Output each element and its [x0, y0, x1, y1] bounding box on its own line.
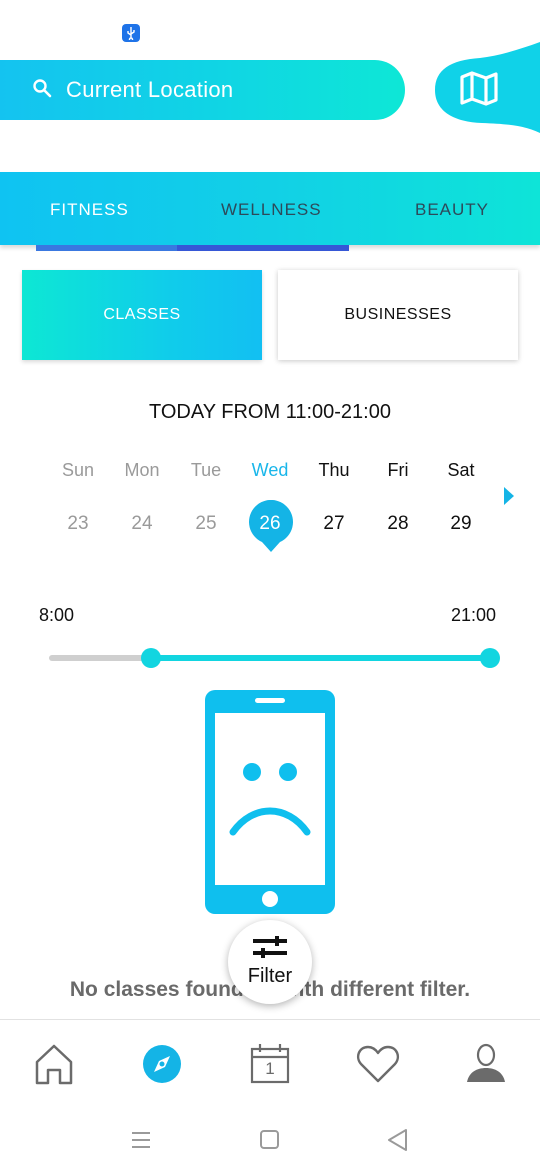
slider-min-label: 8:00 — [39, 605, 75, 625]
system-navigation-bar — [0, 1110, 540, 1170]
heart-icon[interactable] — [354, 1040, 402, 1088]
day-name-sun: Sun — [61, 460, 95, 480]
classes-segment-button[interactable]: CLASSES — [22, 270, 262, 360]
day-date-27[interactable]: 27 — [302, 513, 366, 535]
classes-segment-label: CLASSES — [103, 306, 181, 323]
businesses-segment-button[interactable]: BUSINESSES — [278, 270, 518, 360]
slider-start-handle[interactable] — [141, 648, 161, 668]
map-area — [420, 30, 540, 135]
chevron-right-icon[interactable] — [503, 487, 515, 505]
day-date-26-selected[interactable]: 26 — [238, 513, 302, 535]
day-name-fri: Fri — [387, 460, 409, 480]
calendar-day-number: 1 — [265, 1059, 275, 1078]
sad-phone-icon — [205, 690, 335, 914]
day-name-sat: Sat — [447, 460, 475, 480]
back-triangle-icon[interactable] — [384, 1126, 412, 1154]
search-icon — [33, 79, 52, 98]
day-name-wed: Wed — [251, 460, 289, 480]
recents-icon[interactable] — [128, 1126, 156, 1154]
tab-wellness[interactable]: WELLNESS — [221, 200, 322, 220]
tab-beauty[interactable]: BEAUTY — [415, 200, 489, 220]
location-search-bar[interactable]: Current Location — [0, 60, 405, 120]
compass-icon[interactable] — [138, 1040, 186, 1088]
businesses-segment-label: BUSINESSES — [344, 306, 452, 323]
bottom-navigation: 1 — [0, 1019, 540, 1109]
day-date-24[interactable]: 24 — [110, 513, 174, 535]
tab-indicator — [36, 245, 177, 251]
day-name-thu: Thu — [318, 460, 350, 480]
slider-end-handle[interactable] — [480, 648, 500, 668]
calendar-tab[interactable]: 1 — [246, 1040, 294, 1088]
filter-label: Filter — [247, 965, 293, 987]
location-label: Current Location — [66, 77, 234, 102]
day-date-28[interactable]: 28 — [366, 513, 430, 535]
home-icon[interactable] — [30, 1040, 78, 1088]
tab-indicator-trail — [177, 245, 349, 251]
slider-max-label: 21:00 — [451, 605, 497, 625]
day-date-23[interactable]: 23 — [46, 513, 110, 535]
day-name-tue: Tue — [190, 460, 222, 480]
home-square-icon[interactable] — [256, 1126, 284, 1154]
filter-sliders-icon — [253, 936, 287, 958]
tab-fitness[interactable]: FITNESS — [50, 200, 129, 220]
day-date-29[interactable]: 29 — [429, 513, 493, 535]
category-tab-bar: FITNESS WELLNESS BEAUTY — [0, 172, 540, 245]
day-name-mon: Mon — [124, 460, 160, 480]
usb-icon — [122, 24, 140, 42]
filter-button[interactable]: Filter — [228, 920, 312, 1004]
time-slider-range — [151, 655, 491, 661]
map-icon — [460, 71, 498, 106]
map-button[interactable] — [435, 55, 540, 125]
profile-icon[interactable] — [462, 1040, 510, 1088]
time-range-heading: TODAY FROM 11:00-21:00 — [149, 401, 391, 423]
day-date-25[interactable]: 25 — [174, 513, 238, 535]
